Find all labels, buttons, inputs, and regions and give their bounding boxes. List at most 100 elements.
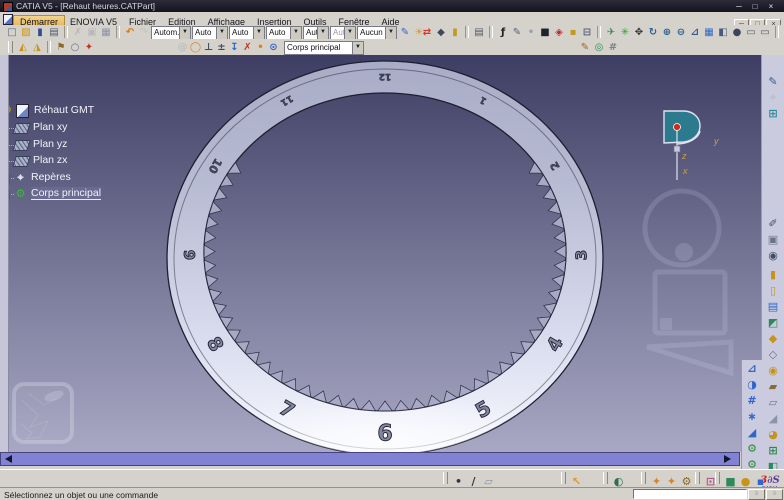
property-combo[interactable]: Aut▼ [330,26,356,40]
zoom-out-icon[interactable]: ⊖ [674,26,688,39]
scroll-right-icon[interactable] [724,455,731,463]
toolbar-handle[interactable] [603,472,608,484]
sketcher-icon[interactable]: ✎ [765,74,781,89]
delete-feature-icon[interactable]: ✗ [241,41,254,54]
chapter-ring-band[interactable] [167,61,603,452]
power-input-lock-button[interactable]: ≡ [766,489,783,500]
property-combo[interactable]: Auto▼ [266,26,302,40]
slot-icon[interactable]: ▱ [765,395,781,410]
printer-icon[interactable]: ▤ [472,26,486,39]
ring-numeral-12[interactable]: 12 [379,71,392,81]
toolbar-handle[interactable] [8,41,13,53]
chevron-down-icon[interactable]: ▼ [216,27,227,39]
tree-root-rehaut-gmt[interactable]: ⚙Réhaut GMT [16,104,94,118]
groove-icon[interactable]: ◇ [765,347,781,362]
apply-material-icon[interactable]: ◆ [434,26,448,39]
fit-all-in-icon[interactable]: ✳ [618,26,632,39]
rib-icon[interactable]: ▰ [765,379,781,394]
axis-system-icon[interactable]: ⊥ [202,41,215,54]
tree-item-plan-zx[interactable]: Plan zx [14,154,67,168]
scroll-left-icon[interactable] [5,455,12,463]
tree-root-label[interactable]: Réhaut GMT [34,104,94,116]
tolerance-icon[interactable]: ± [215,41,228,54]
shading-mode-icon[interactable]: ● [730,26,744,39]
annotation-icon[interactable]: ✎ [510,26,524,39]
insert-component-icon[interactable]: ↧ [228,41,241,54]
tree-item-plan-xy[interactable]: Plan xy [14,121,67,135]
pad-icon[interactable]: ▮ [765,267,781,282]
power-input[interactable] [633,489,747,499]
sew-surface-icon[interactable]: ◢ [744,425,760,440]
point-marker-icon[interactable]: • [254,41,267,54]
new-document-icon[interactable]: □ [5,26,19,39]
toolbar-handle[interactable] [641,472,646,484]
bounding-box-icon[interactable]: ⊞ [765,106,781,121]
chevron-down-icon[interactable]: ▼ [253,27,264,39]
shaft-icon[interactable]: ◆ [765,331,781,346]
paint-pen-icon[interactable]: ✎ [578,41,592,54]
drafted-pad-icon[interactable]: ▯ [765,283,781,298]
tree-item-label[interactable]: Repères [31,171,71,183]
tree-item-plan-yz[interactable]: Plan yz [14,138,67,152]
zoom-in-icon[interactable]: ⊕ [660,26,674,39]
rectangular-pattern-icon[interactable]: # [744,393,760,408]
property-combo[interactable]: Aucun▼ [357,26,397,40]
catalog-browser-icon[interactable]: ◭ [16,41,30,54]
fly-mode-icon[interactable]: ✈ [604,26,618,39]
render-style-icon[interactable]: ■ [538,26,552,39]
chevron-down-icon[interactable]: ▼ [179,27,190,39]
chamfer-icon[interactable]: ◢ [765,411,781,426]
wireframe-axis-icon[interactable]: ⌖ [765,90,781,105]
cut-icon[interactable]: ✗ [71,26,85,39]
scale-icon[interactable]: ⊿ [744,361,760,376]
text-balloon-icon[interactable]: ○ [68,41,82,54]
open-folder-icon[interactable]: ▨ [19,26,33,39]
assemble-body-icon[interactable]: ⚙ [744,441,760,456]
property-combo[interactable]: Auto▼ [229,26,265,40]
catalog-edit-icon[interactable]: ◮ [30,41,44,54]
viewport-3d[interactable]: 123456789101112 y z x ⚙Réhaut GMTPlan xy… [0,55,784,452]
property-combo[interactable]: Auto▼ [192,26,228,40]
ring-numeral-6[interactable]: 6 [377,422,392,447]
tree-item-label[interactable]: Plan yz [33,138,67,150]
chevron-down-icon[interactable]: ▼ [317,27,328,39]
formula-icon[interactable]: ƒ [496,26,510,39]
body-selector-combo[interactable]: Corps principal ▼ [284,41,364,55]
ring-numeral-3[interactable]: 3 [572,250,590,260]
world-search-icon[interactable]: ◎ [592,41,606,54]
specification-graph-icon[interactable]: ◈ [552,26,566,39]
chevron-down-icon[interactable]: ▼ [290,27,301,39]
mail-icon[interactable]: @ [176,41,189,54]
property-combo[interactable]: Autom.▼ [151,26,191,40]
state-dot-icon[interactable]: • [524,26,538,39]
horizontal-scrollbar[interactable] [0,452,740,466]
redo-icon[interactable]: ↷ [137,26,151,39]
normal-view-icon[interactable]: ⊿ [688,26,702,39]
lock-icon[interactable]: ▪ [566,26,580,39]
power-input-toggle-button[interactable]: ≡ [748,489,765,500]
print-icon[interactable]: ▤ [47,26,61,39]
tree-item-label[interactable]: Plan xy [33,121,67,133]
toolbar-handle[interactable] [443,472,448,484]
pan-icon[interactable]: ✥ [632,26,646,39]
split-view-icon[interactable]: ⊟ [580,26,594,39]
wax-seal-icon[interactable]: ✦ [82,41,96,54]
tree-item-repères[interactable]: +⌖Repères [14,171,71,185]
edge-fillet-icon[interactable]: ◕ [765,427,781,442]
capture-icon[interactable]: ▣ [765,232,781,247]
paste-icon[interactable]: ▦ [99,26,113,39]
multi-pad-icon[interactable]: ▤ [765,299,781,314]
grid-draft-icon[interactable]: # [606,41,620,54]
hide-show-icon[interactable]: ▭ [744,26,758,39]
search-binoculars-icon[interactable]: ◉ [765,248,781,263]
mirror-icon[interactable]: ◑ [744,377,760,392]
points-cloud-icon[interactable]: ∗ [744,409,760,424]
isometric-view-icon[interactable]: ◧ [716,26,730,39]
positioned-sketch-icon[interactable]: ✐ [765,216,781,231]
rotate-icon[interactable]: ↻ [646,26,660,39]
trace-circle-icon[interactable]: ◯ [189,41,202,54]
view-compass[interactable]: y z x [635,83,735,188]
tree-item-label[interactable]: Plan zx [33,154,67,166]
swap-visible-space-icon[interactable]: ▭ [758,26,772,39]
compass-handle[interactable] [674,146,680,152]
